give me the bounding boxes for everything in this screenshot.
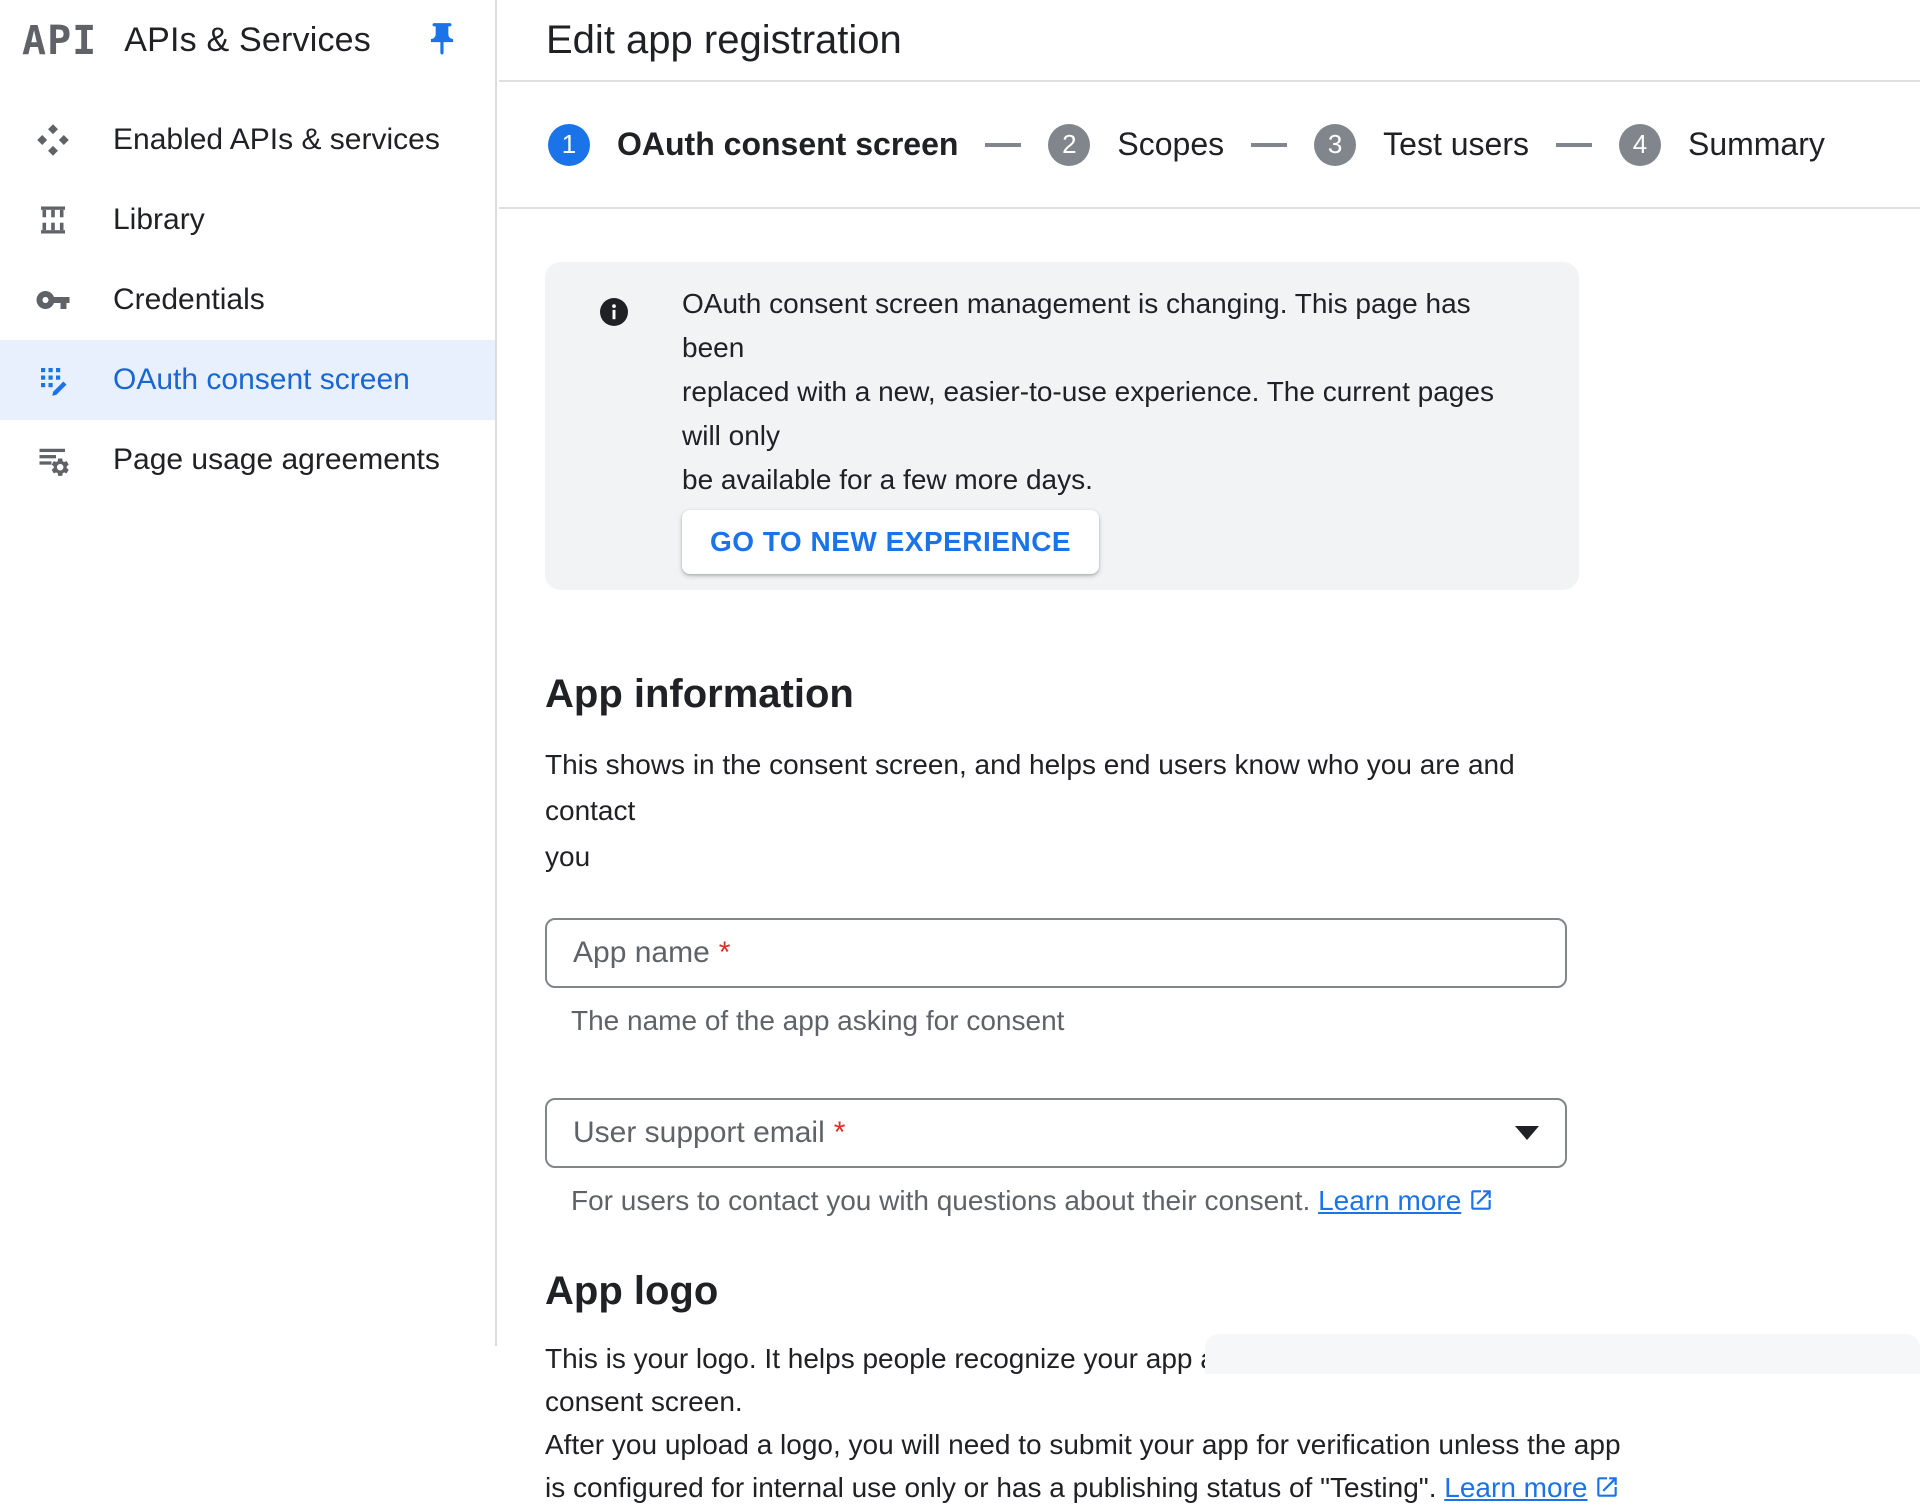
list-gear-icon — [33, 440, 73, 480]
banner-body: OAuth consent screen management is chang… — [682, 282, 1539, 574]
description-line: After you upload a logo, you will need t… — [545, 1423, 1645, 1466]
step-label: Test users — [1383, 126, 1529, 163]
sidebar-item-enabled-apis[interactable]: Enabled APIs & services — [0, 100, 495, 180]
oauth-consent-icon — [33, 360, 73, 400]
notice-banner: OAuth consent screen management is chang… — [545, 262, 1579, 590]
description-text: is configured for internal use only or h… — [545, 1472, 1444, 1503]
step-scopes[interactable]: 2 Scopes — [1048, 124, 1224, 166]
step-oauth-consent-screen[interactable]: 1 OAuth consent screen — [548, 124, 958, 166]
app-logo-heading: App logo — [545, 1267, 1920, 1315]
step-label: OAuth consent screen — [617, 126, 958, 163]
sidebar-item-credentials[interactable]: Credentials — [0, 260, 495, 340]
app-name-input[interactable]: App name * — [545, 918, 1567, 988]
main-panel: Edit app registration 1 OAuth consent sc… — [499, 0, 1920, 1346]
learn-more-link[interactable]: Learn more — [1318, 1185, 1461, 1216]
sidebar-item-label: Credentials — [113, 283, 265, 317]
helper-text: For users to contact you with questions … — [571, 1185, 1310, 1216]
step-number-badge: 3 — [1314, 124, 1356, 166]
open-in-new-icon — [1468, 1187, 1494, 1221]
description-line: consent screen. — [545, 1380, 1645, 1423]
step-test-users[interactable]: 3 Test users — [1314, 124, 1529, 166]
required-marker: * — [834, 1116, 846, 1150]
step-label: Summary — [1688, 126, 1825, 163]
sidebar-nav: Enabled APIs & services Library Credenti… — [0, 81, 495, 500]
step-connector — [985, 143, 1021, 147]
sidebar: API APIs & Services Enabled APIs & servi… — [0, 0, 497, 1346]
content-area: OAuth consent screen management is chang… — [499, 209, 1920, 1512]
sidebar-item-label: Enabled APIs & services — [113, 123, 440, 157]
app-name-helper: The name of the app asking for consent — [571, 1004, 1920, 1038]
description-line: This shows in the consent screen, and he… — [545, 742, 1585, 834]
sidebar-item-label: OAuth consent screen — [113, 363, 410, 397]
api-logo: API — [22, 18, 97, 64]
step-label: Scopes — [1117, 126, 1224, 163]
sidebar-item-oauth-consent-screen[interactable]: OAuth consent screen — [0, 340, 495, 420]
registration-stepper: 1 OAuth consent screen 2 Scopes 3 Test u… — [499, 82, 1920, 209]
pushpin-icon — [423, 20, 461, 58]
learn-more-link[interactable]: Learn more — [1444, 1472, 1587, 1503]
partially-visible-panel — [1205, 1334, 1920, 1374]
banner-icon-column — [545, 282, 682, 574]
user-support-email-placeholder: User support email — [573, 1116, 825, 1150]
user-support-email-select[interactable]: User support email * — [545, 1098, 1567, 1168]
step-connector — [1251, 143, 1287, 147]
app-information-description: This shows in the consent screen, and he… — [545, 742, 1585, 880]
app-information-heading: App information — [545, 670, 1920, 718]
step-number-badge: 2 — [1048, 124, 1090, 166]
user-support-email-helper: For users to contact you with questions … — [571, 1184, 1920, 1221]
sidebar-title: APIs & Services — [124, 21, 371, 60]
open-in-new-icon — [1594, 1469, 1620, 1512]
sidebar-item-library[interactable]: Library — [0, 180, 495, 260]
banner-message-line: be available for a few more days. — [682, 458, 1539, 502]
required-marker: * — [719, 936, 731, 970]
pin-button[interactable] — [421, 18, 463, 60]
info-icon — [598, 296, 630, 328]
sidebar-item-label: Library — [113, 203, 205, 237]
library-icon — [33, 200, 73, 240]
sidebar-item-page-usage-agreements[interactable]: Page usage agreements — [0, 420, 495, 500]
go-to-new-experience-button[interactable]: GO TO NEW EXPERIENCE — [682, 510, 1099, 574]
step-connector — [1556, 143, 1592, 147]
step-summary[interactable]: 4 Summary — [1619, 124, 1825, 166]
key-icon — [33, 280, 73, 320]
banner-message-line: replaced with a new, easier-to-use exper… — [682, 370, 1539, 458]
step-number-badge: 4 — [1619, 124, 1661, 166]
banner-message-line: OAuth consent screen management is chang… — [682, 282, 1539, 370]
enabled-apis-icon — [33, 120, 73, 160]
description-line: is configured for internal use only or h… — [545, 1466, 1645, 1512]
main-header: Edit app registration — [499, 0, 1920, 82]
page-title: Edit app registration — [546, 18, 902, 63]
app-name-placeholder: App name — [573, 936, 710, 970]
description-line: you — [545, 834, 1585, 880]
sidebar-header: API APIs & Services — [0, 0, 495, 81]
step-number-badge: 1 — [548, 124, 590, 166]
sidebar-item-label: Page usage agreements — [113, 443, 440, 477]
chevron-down-icon[interactable] — [1515, 1126, 1539, 1140]
